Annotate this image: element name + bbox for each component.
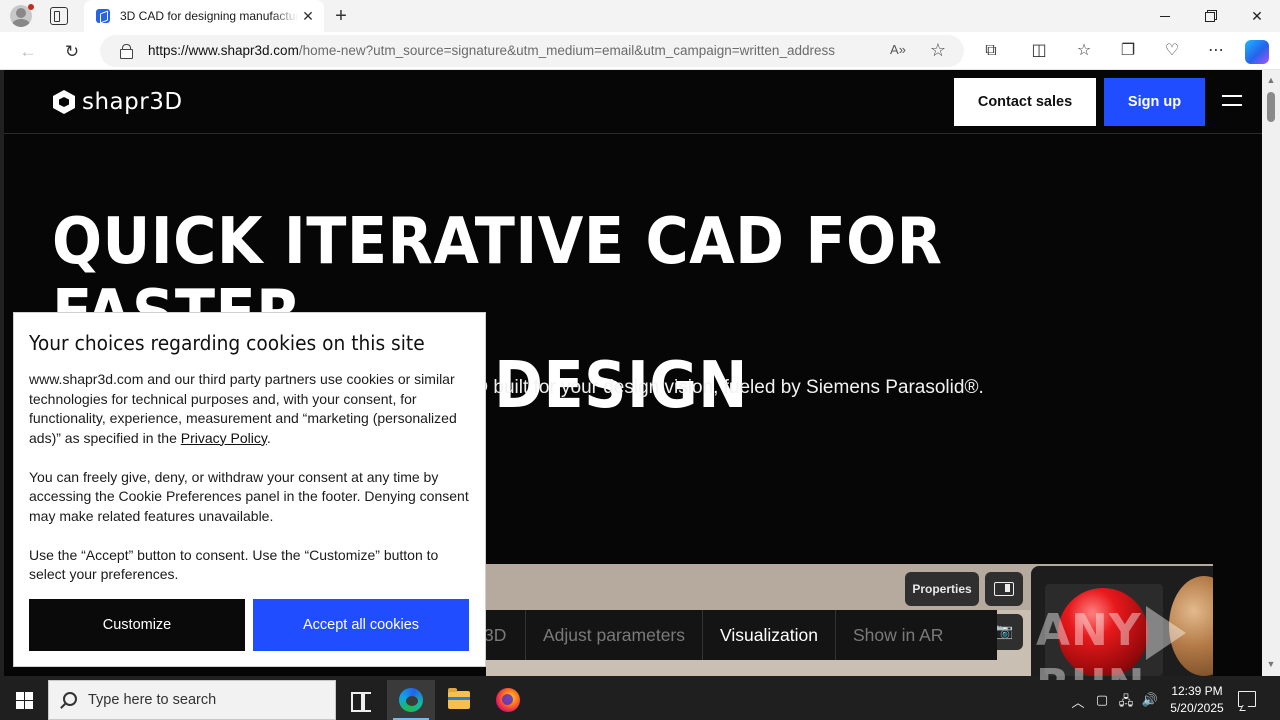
site-header: shapr3D Contact sales Sign up bbox=[4, 70, 1262, 134]
cookie-paragraph-1: www.shapr3d.com and our third party part… bbox=[29, 371, 457, 446]
cookie-title: Your choices regarding cookies on this s… bbox=[29, 331, 425, 355]
extensions-icon[interactable]: ⧉ bbox=[980, 40, 1002, 62]
new-tab-button[interactable]: + bbox=[330, 5, 352, 27]
browser-tab-bar: 3D CAD for designing manufacturable prod… bbox=[0, 0, 1280, 32]
split-screen-icon[interactable]: ◫ bbox=[1028, 40, 1050, 62]
cookie-body: www.shapr3d.com and our third party part… bbox=[29, 370, 469, 604]
url-text[interactable]: https://www.shapr3d.com/home-new?utm_sou… bbox=[148, 43, 864, 61]
tab-actions-icon[interactable] bbox=[50, 7, 68, 25]
scroll-up-icon[interactable]: ▲ bbox=[1266, 76, 1276, 85]
cookie-paragraph-3: Use the “Accept” button to consent. Use … bbox=[29, 546, 439, 583]
page-scrollbar[interactable]: ▲ ▼ bbox=[1262, 70, 1280, 676]
read-aloud-icon[interactable]: A» bbox=[888, 42, 908, 57]
show-hidden-icons-chevron-icon[interactable]: ︿ bbox=[1068, 692, 1088, 711]
sign-up-button[interactable]: Sign up bbox=[1104, 78, 1205, 126]
volume-icon[interactable]: 🔊 bbox=[1140, 692, 1160, 708]
properties-button[interactable]: Properties bbox=[905, 572, 979, 606]
notification-icon[interactable] bbox=[1238, 691, 1256, 707]
taskbar-clock[interactable]: 12:39 PM 5/20/2025 bbox=[1163, 683, 1231, 717]
search-placeholder: Type here to search bbox=[88, 692, 217, 708]
taskbar-edge[interactable] bbox=[387, 680, 435, 720]
tab-adjust-parameters[interactable]: Adjust parameters bbox=[526, 610, 704, 660]
more-menu-icon[interactable]: ⋯ bbox=[1205, 40, 1227, 62]
contact-sales-button[interactable]: Contact sales bbox=[954, 78, 1096, 126]
window-minimize-button[interactable] bbox=[1142, 0, 1188, 32]
taskbar-search-box[interactable]: Type here to search bbox=[48, 680, 336, 720]
tab-3d[interactable]: 3D bbox=[486, 610, 526, 660]
tab-show-in-ar[interactable]: Show in AR bbox=[836, 610, 960, 660]
scroll-down-icon[interactable]: ▼ bbox=[1266, 660, 1276, 669]
shapr3d-logo-icon bbox=[52, 88, 76, 116]
shapr3d-logo[interactable]: shapr3D bbox=[52, 87, 183, 117]
play-icon bbox=[1145, 606, 1186, 660]
profile-notification-dot bbox=[28, 4, 34, 10]
browser-address-bar: ← ↻ https://www.shapr3d.com/home-new?utm… bbox=[0, 32, 1280, 70]
privacy-policy-link[interactable]: Privacy Policy bbox=[181, 430, 267, 446]
cookie-consent-dialog: Your choices regarding cookies on this s… bbox=[13, 312, 486, 667]
favorite-star-icon[interactable]: ☆ bbox=[928, 40, 948, 61]
logo-text: shapr3D bbox=[82, 89, 183, 115]
hamburger-menu-icon[interactable] bbox=[1222, 94, 1244, 110]
windows-taskbar: Type here to search ︿ ▢ 🖧 🔊 12:39 PM 5/2… bbox=[0, 680, 1280, 720]
back-arrow-icon[interactable]: ← bbox=[17, 41, 39, 63]
customize-button[interactable]: Customize bbox=[29, 599, 245, 651]
windows-start-icon[interactable] bbox=[0, 680, 48, 720]
favorites-icon[interactable]: ☆ bbox=[1073, 40, 1095, 62]
browser-tab-active[interactable]: 3D CAD for designing manufacturable prod… bbox=[84, 0, 324, 32]
reload-icon[interactable]: ↻ bbox=[61, 41, 83, 63]
device-icon[interactable]: ▢ bbox=[1092, 692, 1112, 708]
browser-essentials-icon[interactable]: ♡ bbox=[1161, 40, 1183, 62]
tab-visualization[interactable]: Visualization bbox=[703, 610, 836, 660]
cookie-paragraph-2: You can freely give, deny, or withdraw y… bbox=[29, 468, 469, 524]
feature-tabs: 3D Adjust parameters Visualization Show … bbox=[486, 610, 997, 660]
window-restore-button[interactable] bbox=[1188, 0, 1234, 32]
edge-icon bbox=[399, 688, 423, 712]
clock-date: 5/20/2025 bbox=[1170, 701, 1224, 715]
collections-icon[interactable]: ❐ bbox=[1117, 40, 1139, 62]
scroll-thumb[interactable] bbox=[1267, 92, 1275, 122]
accept-all-cookies-button[interactable]: Accept all cookies bbox=[253, 599, 469, 651]
url-field[interactable]: https://www.shapr3d.com/home-new?utm_sou… bbox=[100, 35, 964, 67]
folder-icon bbox=[448, 688, 470, 709]
copilot-icon[interactable] bbox=[1245, 40, 1269, 64]
network-icon[interactable]: 🖧 bbox=[1116, 692, 1136, 714]
taskbar-file-explorer[interactable] bbox=[435, 680, 483, 720]
site-favicon-icon bbox=[96, 9, 110, 23]
search-icon bbox=[63, 692, 77, 706]
firefox-icon bbox=[496, 688, 520, 712]
task-view-icon[interactable] bbox=[336, 680, 384, 720]
taskbar-firefox[interactable] bbox=[484, 680, 532, 720]
clock-time: 12:39 PM bbox=[1171, 684, 1223, 698]
panel-toggle-icon[interactable] bbox=[985, 572, 1023, 606]
anyrun-watermark: ANYRUN bbox=[1036, 605, 1280, 711]
lock-icon[interactable] bbox=[120, 44, 133, 59]
tab-close-button[interactable]: ✕ bbox=[300, 8, 316, 24]
window-close-button[interactable]: ✕ bbox=[1234, 0, 1280, 32]
tab-title: 3D CAD for designing manufacturable prod… bbox=[120, 9, 298, 23]
